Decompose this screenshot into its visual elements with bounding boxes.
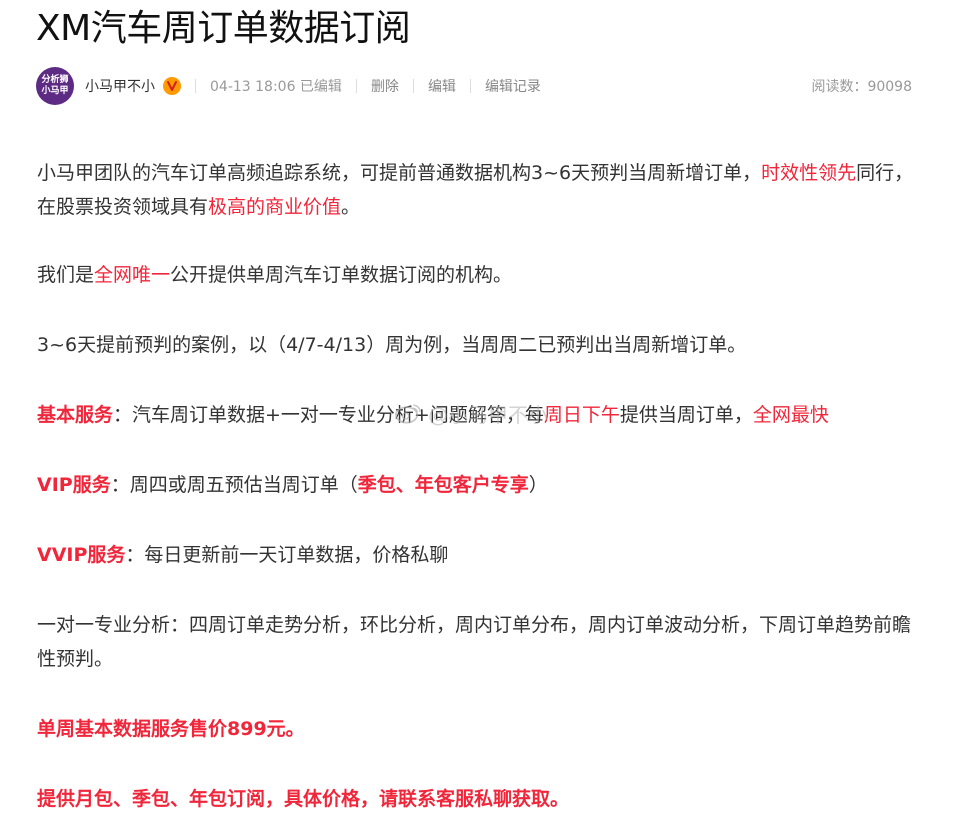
sunday-afternoon-highlight: 周日下午 [543,404,620,426]
unique-provider-paragraph: 我们是全网唯一公开提供单周汽车订单数据订阅的机构。 [37,258,917,292]
article-page: XM汽车周订单数据订阅 分析狮 小马甲 小马甲不小 04-13 18:06 已编… [0,0,967,825]
unique-provider-text-end: 公开提供单周汽车订单数据订阅的机构。 [170,264,513,286]
vvip-service-paragraph: VVIP服务：每日更新前一天订单数据，价格私聊 [37,538,917,572]
intro-paragraph: 小马甲团队的汽车订单高频追踪系统，可提前普通数据机构3~6天预判当周新增订单，时… [37,156,917,224]
meta-divider [195,79,196,93]
delete-link[interactable]: 删除 [371,76,399,96]
verified-v-glyph-icon [167,81,177,91]
vip-service-paragraph: VIP服务：周四或周五预估当周订单（季包、年包客户专享） [37,468,917,502]
publish-date-edited-status: 04-13 18:06 已编辑 [210,79,342,95]
meta-divider [469,79,471,93]
subscription-contact-paragraph: 提供月包、季包、年包订阅，具体价格，请联系客服私聊获取。 [37,788,570,810]
prediction-example-paragraph: 3~6天提前预判的案例，以（4/7-4/13）周为例，当周周二已预判出当周新增订… [37,334,747,356]
avatar-text-line-1: 分析狮 [41,75,69,85]
intro-text: 小马甲团队的汽车订单高频追踪系统，可提前普通数据机构3~6天预判当周新增订单， [37,162,762,184]
basic-service-description: ：汽车周订单数据+一对一专业分析+问题解答，每 [113,404,544,426]
read-count: 阅读数：90098 [811,79,912,95]
article-meta-bar: 分析狮 小马甲 小马甲不小 04-13 18:06 已编辑 删除 编辑 编辑记录… [36,66,912,106]
verified-v-badge-icon [163,77,181,95]
vip-service-label: VIP服务 [37,474,111,496]
intro-text-end: 。 [341,196,361,218]
author-avatar[interactable]: 分析狮 小马甲 [36,67,74,105]
unique-provider-highlight: 全网唯一 [94,264,171,286]
meta-divider [412,79,414,93]
vvip-service-description: ：每日更新前一天订单数据，价格私聊 [125,544,449,566]
basic-service-label: 基本服务 [37,404,114,426]
commercial-value-highlight: 极高的商业价值 [208,196,342,218]
basic-service-delivery-text: 提供当周订单， [619,404,753,426]
author-name-link[interactable]: 小马甲不小 [85,76,155,96]
meta-divider [355,79,357,93]
article-title: XM汽车周订单数据订阅 [36,8,411,49]
unique-provider-text: 我们是 [37,264,95,286]
article-body: 小马甲团队的汽车订单高频追踪系统，可提前普通数据机构3~6天预判当周新增订单，时… [37,156,917,816]
fastest-highlight: 全网最快 [752,404,829,426]
professional-analysis-paragraph: 一对一专业分析：四周订单走势分析，环比分析，周内订单分布，周内订单波动分析，下周… [37,614,912,670]
vip-exclusive-highlight: 季包、年包客户专享 [357,474,529,496]
avatar-text-line-2: 小马甲 [41,86,69,96]
weekly-price-paragraph: 单周基本数据服务售价899元。 [37,718,305,740]
vvip-service-label: VVIP服务 [37,544,126,566]
vip-service-description: ：周四或周五预估当周订单（ [110,474,358,496]
timeliness-highlight: 时效性领先 [761,162,857,184]
edit-history-link[interactable]: 编辑记录 [485,76,541,96]
edit-link[interactable]: 编辑 [428,76,456,96]
basic-service-paragraph: 基本服务：汽车周订单数据+一对一专业分析+问题解答，每周日下午提供当周订单，全网… [37,398,917,432]
vip-service-description-end: ） [528,474,548,496]
